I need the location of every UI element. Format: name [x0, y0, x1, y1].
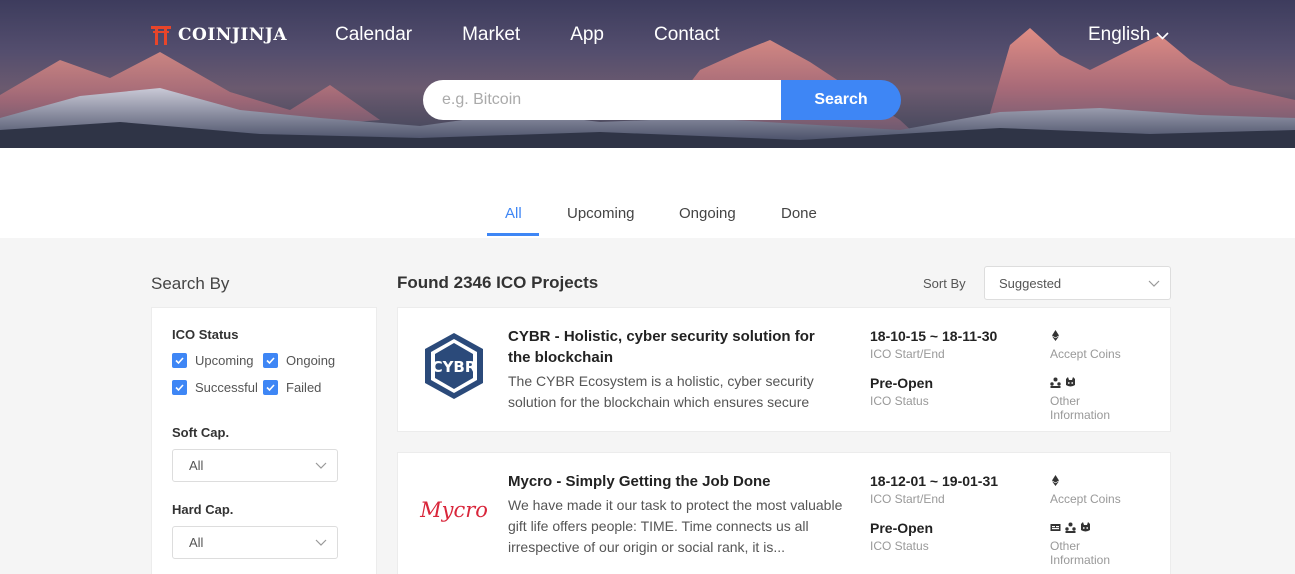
checkbox-upcoming[interactable]: Upcoming [172, 353, 254, 368]
nav-market[interactable]: Market [462, 24, 520, 46]
ethereum-icon [1052, 475, 1059, 486]
accept-coins-icons [1050, 475, 1061, 486]
status-tabs: All Upcoming Ongoing Done [0, 148, 1295, 238]
sort-select[interactable]: Suggested [984, 266, 1171, 300]
logo-text: COINJINJA [178, 25, 288, 45]
svg-text:Mycro: Mycro [419, 498, 488, 522]
tab-upcoming[interactable]: Upcoming [567, 205, 635, 222]
search-input[interactable] [423, 80, 781, 120]
project-description: We have made it our task to protect the … [508, 497, 843, 555]
team-icon[interactable] [1065, 522, 1076, 533]
project-status: Pre-Open [870, 375, 934, 391]
other-caption-1: Other [1050, 539, 1081, 553]
soft-cap-label: Soft Cap. [172, 425, 230, 440]
checkmark-icon [175, 384, 184, 392]
other-info-icons [1050, 522, 1091, 533]
project-title[interactable]: Mycro - Simply Getting the Job Done [508, 471, 838, 492]
checkbox-box [172, 380, 187, 395]
github-icon[interactable] [1065, 377, 1076, 388]
torii-icon [151, 26, 171, 45]
project-status: Pre-Open [870, 520, 934, 536]
nav-contact[interactable]: Contact [654, 24, 719, 46]
ico-status-label: ICO Status [172, 327, 239, 342]
search-button[interactable]: Search [781, 80, 901, 120]
checkbox-box [172, 353, 187, 368]
other-info-icons [1050, 377, 1076, 388]
hard-cap-select[interactable]: All [172, 526, 338, 559]
status-caption: ICO Status [870, 539, 929, 553]
nav-calendar[interactable]: Calendar [335, 24, 412, 46]
checkbox-ongoing[interactable]: Ongoing [263, 353, 335, 368]
hard-cap-value: All [189, 535, 204, 550]
sidebar-title: Search By [151, 274, 230, 293]
dates-caption: ICO Start/End [870, 492, 945, 506]
checkmark-icon [266, 384, 275, 392]
chevron-down-icon [1148, 280, 1160, 287]
other-caption-2: Information [1050, 553, 1111, 567]
chevron-down-icon [315, 462, 327, 469]
sort-value: Suggested [999, 275, 1062, 291]
project-logo: CYBR [418, 330, 490, 402]
svg-text:CYBR: CYBR [432, 358, 477, 376]
checkbox-box [263, 353, 278, 368]
checkmark-icon [175, 357, 184, 365]
soft-cap-value: All [189, 458, 204, 473]
project-description: The CYBR Ecosystem is a holistic, cyber … [508, 373, 814, 410]
cybr-logo-icon: CYBR [425, 333, 483, 399]
header-hero: COINJINJA Calendar Market App Contact En… [0, 0, 1295, 148]
other-caption-2: Information [1050, 408, 1111, 422]
main-nav: Calendar Market App Contact [335, 24, 719, 46]
sort-label: Sort By [923, 276, 966, 291]
mycro-logo-icon: Mycro [419, 498, 488, 522]
project-logo: Mycro [418, 473, 490, 545]
checkbox-failed[interactable]: Failed [263, 380, 321, 395]
soft-cap-select[interactable]: All [172, 449, 338, 482]
logo[interactable]: COINJINJA [150, 24, 287, 46]
accept-caption: Accept Coins [1050, 347, 1121, 361]
nav-app[interactable]: App [570, 24, 604, 46]
dates-caption: ICO Start/End [870, 347, 945, 361]
chevron-down-icon [315, 539, 327, 546]
accept-coins-icons [1050, 330, 1061, 341]
language-selector[interactable]: English [1088, 24, 1169, 46]
search-bar: Search [423, 80, 901, 120]
active-tab-indicator [487, 233, 539, 236]
filter-sidebar: ICO Status Upcoming Ongoing Successful F… [151, 307, 377, 574]
checkbox-label: Ongoing [286, 353, 336, 368]
checkbox-successful[interactable]: Successful [172, 380, 258, 395]
github-icon[interactable] [1080, 522, 1091, 533]
mountain-background [0, 28, 1295, 148]
tab-done[interactable]: Done [781, 205, 817, 222]
project-dates: 18-12-01 ~ 19-01-31 [870, 473, 999, 489]
language-label: English [1088, 24, 1151, 45]
checkbox-label: Upcoming [195, 353, 254, 368]
checkbox-label: Failed [286, 380, 322, 395]
project-card[interactable]: Mycro Mycro - Simply Getting the Job Don… [397, 452, 1171, 574]
chevron-down-icon [1156, 31, 1169, 40]
ethereum-icon [1052, 330, 1059, 341]
team-icon[interactable] [1050, 377, 1061, 388]
hard-cap-label: Hard Cap. [172, 502, 234, 517]
tab-all[interactable]: All [505, 205, 522, 222]
checkbox-box [263, 380, 278, 395]
whitepaper-icon[interactable] [1050, 522, 1061, 533]
accept-caption: Accept Coins [1050, 492, 1121, 506]
results-count: Found 2346 ICO Projects [397, 273, 599, 292]
status-caption: ICO Status [870, 394, 929, 408]
checkmark-icon [266, 357, 275, 365]
checkbox-label: Successful [195, 380, 258, 395]
other-caption-1: Other [1050, 394, 1081, 408]
project-title[interactable]: CYBR - Holistic, cyber security solution… [508, 326, 838, 368]
tab-ongoing[interactable]: Ongoing [679, 205, 736, 222]
project-card[interactable]: CYBR CYBR - Holistic, cyber security sol… [397, 307, 1171, 432]
project-dates: 18-10-15 ~ 18-11-30 [870, 328, 998, 344]
